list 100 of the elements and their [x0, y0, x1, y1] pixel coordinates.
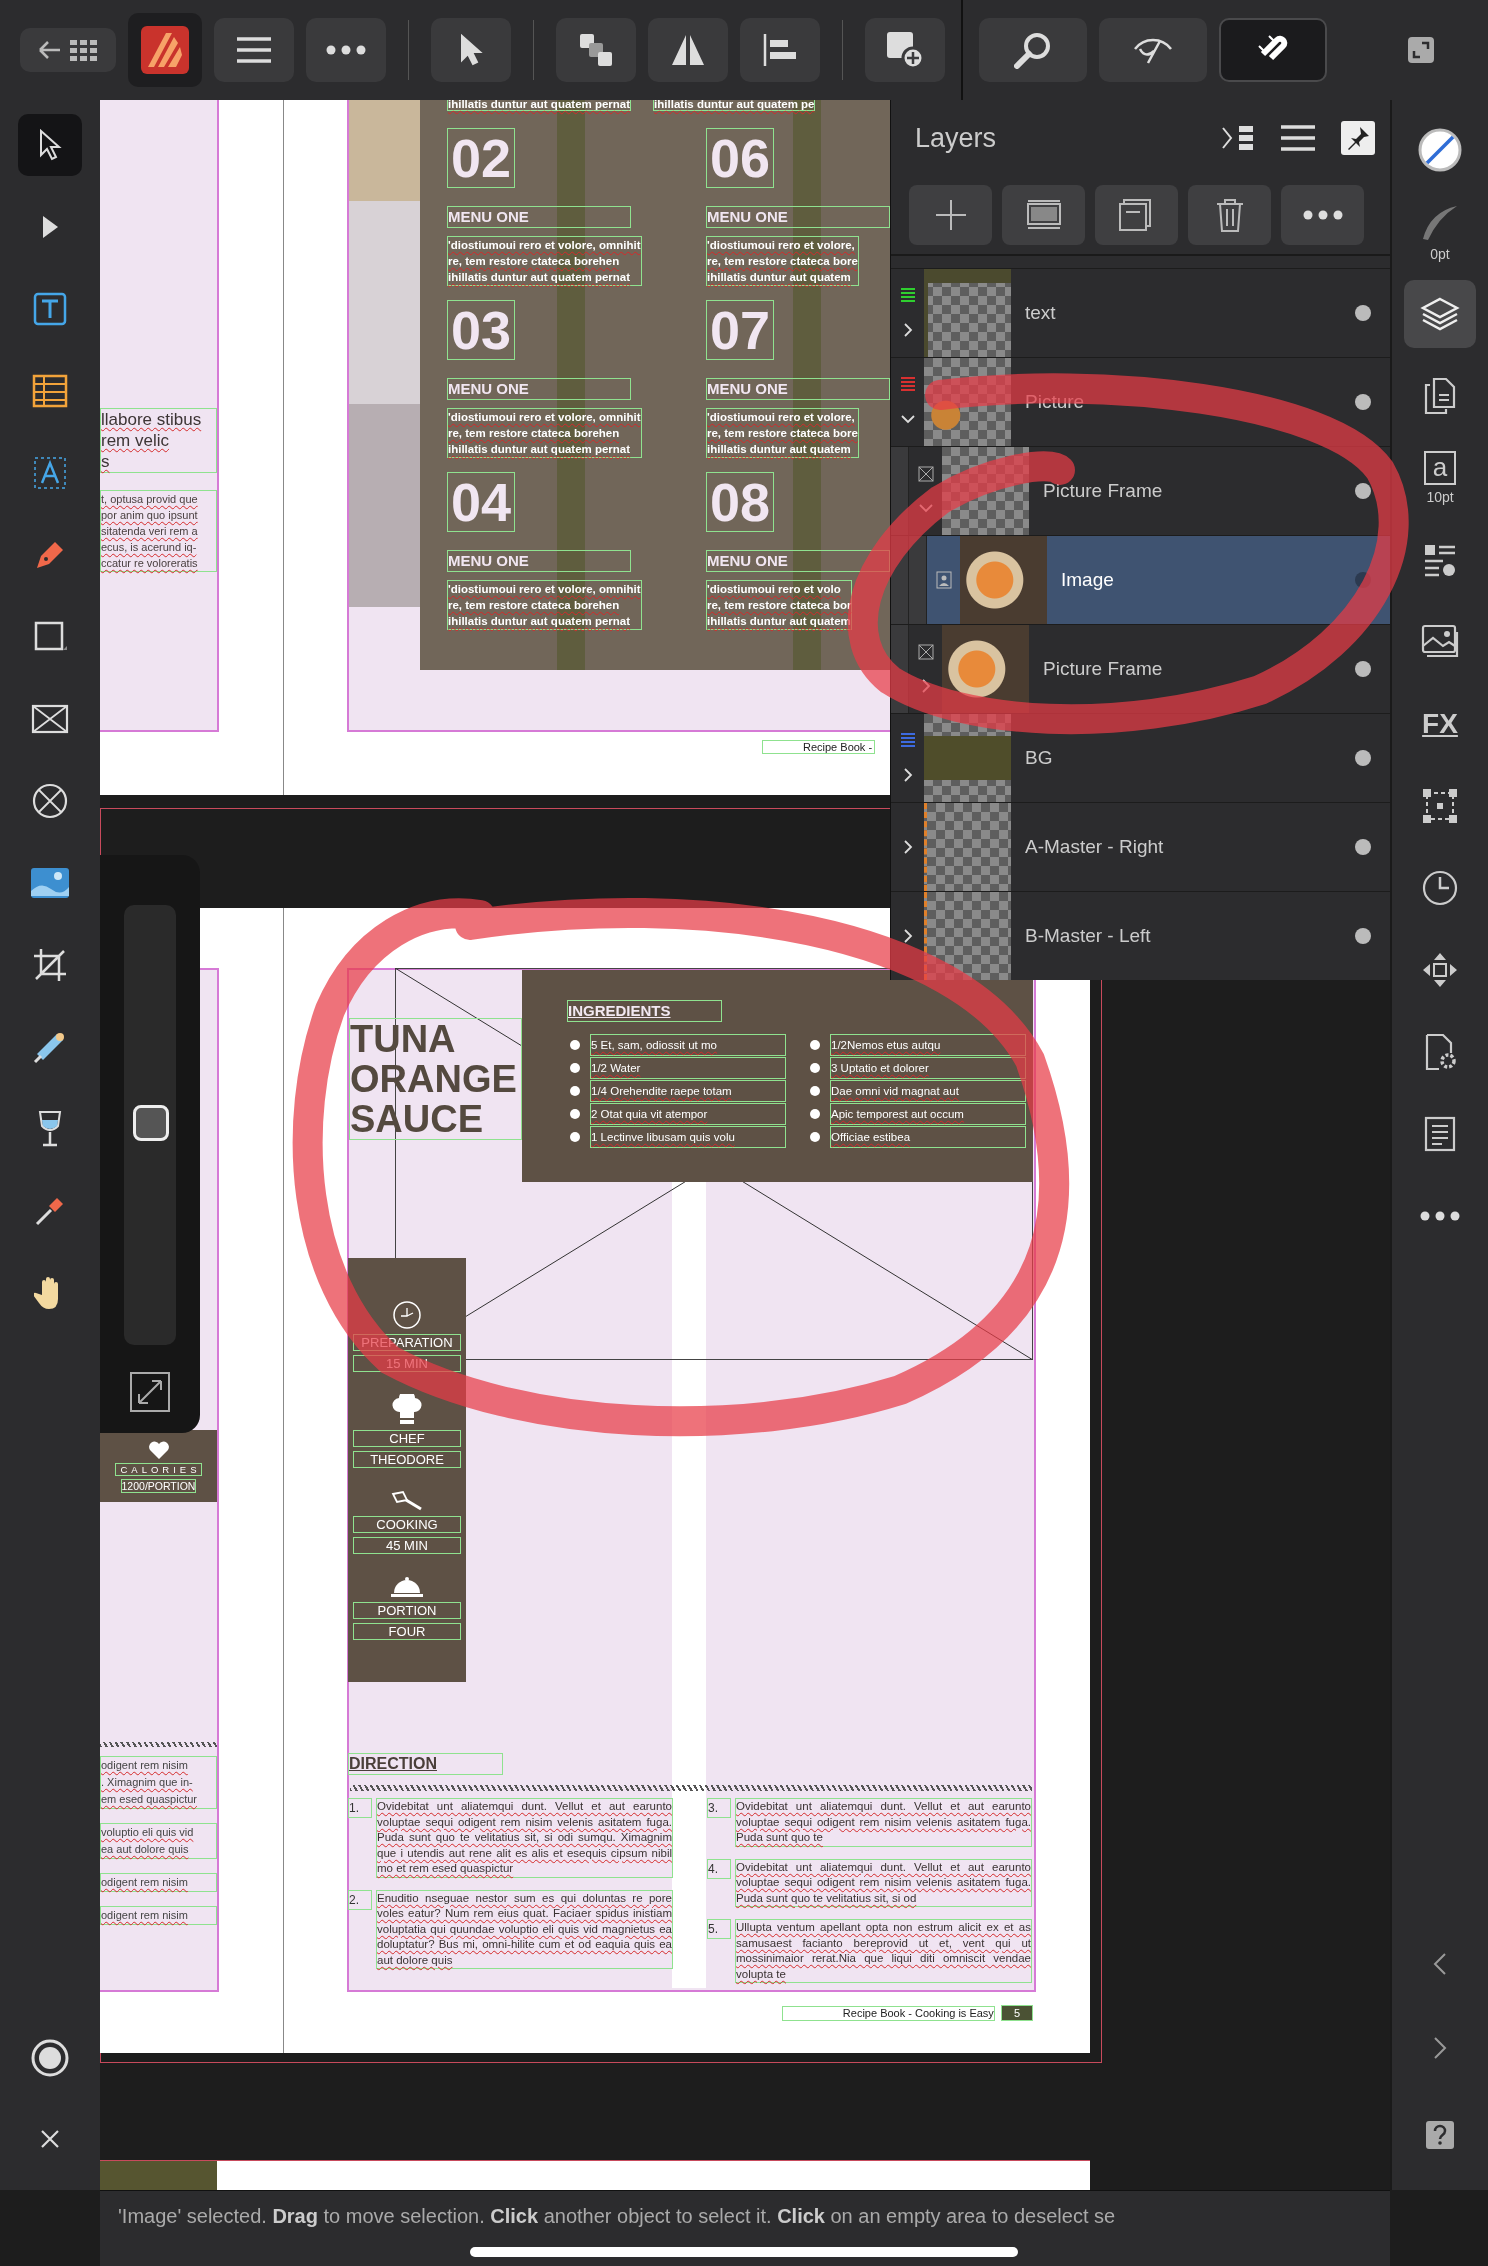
visibility-dot[interactable]: [1355, 661, 1371, 677]
heading-text: llabore stibus rem velic s: [100, 408, 217, 473]
visibility-dot[interactable]: [1355, 839, 1371, 855]
layer-row[interactable]: text: [891, 268, 1390, 357]
stacked-squares-icon: [578, 32, 614, 68]
group-layers-button[interactable]: [1095, 185, 1178, 245]
crossed-frame-icon: [917, 466, 934, 482]
app-button[interactable]: [128, 13, 202, 87]
align-button[interactable]: [740, 18, 820, 82]
ingredient-text: Officiae estibea: [830, 1126, 1026, 1148]
info-value: 45 MIN: [353, 1537, 461, 1554]
description-text: 'diostiumoui rero et volore, omnihit re, tem restore ctateca borehen ihillatis duntur aut quatem pernat: [447, 408, 642, 458]
visibility-dot[interactable]: [1355, 394, 1371, 410]
description-text: ihillatis duntur aut quatem pe: [653, 100, 816, 111]
zoom-button[interactable]: [979, 18, 1087, 82]
layer-row[interactable]: A-Master - Right: [891, 802, 1390, 891]
layer-row[interactable]: B-Master - Left: [891, 891, 1390, 980]
more-icon: [1420, 1211, 1460, 1221]
chevron-right-icon[interactable]: [1433, 2036, 1447, 2060]
menu-icon: [235, 35, 273, 65]
ingredient-text: 1/2 Water: [590, 1057, 786, 1079]
pin-icon[interactable]: [1341, 121, 1375, 155]
layer-row[interactable]: BG: [891, 713, 1390, 802]
layer-name: text: [1024, 301, 1057, 325]
stacked-images-icon: [1421, 624, 1459, 660]
ingredient-text: 5 Et, sam, odiossit ut mo: [590, 1034, 786, 1056]
clock-icon: [392, 1300, 422, 1330]
menu-number: 07: [706, 300, 775, 360]
pointer-button[interactable]: [431, 18, 511, 82]
more-button[interactable]: [306, 18, 386, 82]
arrow-pointer-icon: [459, 34, 483, 66]
quick-menu-circle-icon[interactable]: [30, 2038, 70, 2078]
portrait-icon: [935, 571, 952, 589]
artistic-text-icon: [33, 456, 67, 490]
arrange-button[interactable]: [556, 18, 636, 82]
flip-button[interactable]: [648, 18, 728, 82]
menu-title: MENU ONE: [706, 206, 890, 228]
step-number: 1.: [348, 1798, 372, 1818]
more-icon: [1302, 210, 1343, 220]
slider-handle[interactable]: [133, 1105, 169, 1141]
layer-name: Image: [1060, 568, 1115, 592]
more-icon: [326, 45, 366, 55]
menu-number: 04: [447, 472, 516, 532]
fx-studio-button[interactable]: FX: [1404, 690, 1476, 758]
trash-icon: [1214, 197, 1245, 233]
close-icon[interactable]: [39, 2128, 61, 2150]
bullet-dot: [810, 1040, 820, 1050]
back-grid-button[interactable]: [20, 28, 116, 72]
view-button[interactable]: [1099, 18, 1207, 82]
crop-icon: [32, 947, 68, 983]
character-studio-button[interactable]: a 10pt: [1404, 444, 1476, 512]
more-options-button[interactable]: [1281, 185, 1364, 245]
layers-studio-button[interactable]: [1404, 280, 1476, 348]
bullet-dot: [570, 1063, 580, 1073]
add-layer-button[interactable]: [909, 185, 992, 245]
menu-button[interactable]: [214, 18, 294, 82]
body-text: odigent rem nisim . Ximagnim que in- em esed quaspictur: [100, 1756, 217, 1809]
move-tool[interactable]: [18, 114, 82, 176]
step-text: Ovidebitat unt aliatemqui dunt. Vellut et aut earunto voluptae sequi odigent rem nisim velenis asitatem fuga. Puda sunt quo te velitatius sit, si od: [735, 1858, 1032, 1907]
mask-layer-button[interactable]: [1002, 185, 1085, 245]
snapping-button[interactable]: [1219, 18, 1327, 82]
page-number: 5: [1000, 2005, 1033, 2021]
step-number: 2.: [348, 1889, 372, 1910]
arrow-pointer-icon: [38, 129, 62, 161]
app-logo-icon: [140, 25, 190, 75]
bullet-dot: [810, 1063, 820, 1073]
body-text: odigent rem nisim: [100, 1906, 217, 1925]
menu-title: MENU ONE: [447, 378, 631, 400]
menu-number: 02: [447, 128, 516, 188]
document-lines-icon: [1424, 1116, 1456, 1152]
add-page-button[interactable]: [865, 18, 945, 82]
delete-layer-button[interactable]: [1188, 185, 1271, 245]
slider-track[interactable]: [124, 905, 176, 1345]
bullet-dot: [570, 1040, 580, 1050]
visibility-dot[interactable]: [1355, 305, 1371, 321]
info-label: COOKING: [353, 1516, 461, 1533]
layer-row[interactable]: Image: [891, 535, 1390, 624]
brush-studio-button[interactable]: 0pt: [1404, 198, 1476, 266]
info-value: THEODORE: [353, 1451, 461, 1468]
visibility-dot[interactable]: [1355, 483, 1371, 499]
align-left-icon: [762, 33, 798, 67]
bullet-dot: [810, 1086, 820, 1096]
visibility-dot[interactable]: [1355, 750, 1371, 766]
chef-hat-icon: [392, 1394, 422, 1426]
step-text: Ovidebitat unt aliatemqui dunt. Vellut et aut earunto voluptae sequi odigent rem nisim velenis asitatem fuga. Puda sunt quo te velitatius sit, si odi sumqu. Ximagnim que i utendis aut rene alit es alis et esequis cipsum nibil mo et rem esed quaspictur: [376, 1798, 673, 1878]
resize-arrows-icon[interactable]: [129, 1371, 171, 1413]
back-grid-icon: [36, 37, 100, 63]
description-text: 'diostiumoui rero et volore, re, tem restore ctateca bore ihillatis duntur aut quatem: [706, 236, 859, 286]
crossed-frame-icon: [917, 644, 934, 660]
body-text: voluptio eli quis vid ea aut dolore quis: [100, 1823, 217, 1859]
layer-name: B-Master - Left: [1024, 924, 1152, 948]
collapse-list-icon[interactable]: [1221, 124, 1255, 152]
menu-icon: [1279, 123, 1317, 153]
visibility-dot[interactable]: [1355, 928, 1371, 944]
step-number: 3.: [707, 1798, 731, 1818]
heart-icon: [147, 1439, 170, 1460]
wine-glass-icon: [37, 1110, 63, 1148]
pages-icon: [1424, 377, 1456, 415]
chevron-left-icon[interactable]: [1433, 1952, 1447, 1976]
help-icon[interactable]: [1425, 2120, 1455, 2150]
